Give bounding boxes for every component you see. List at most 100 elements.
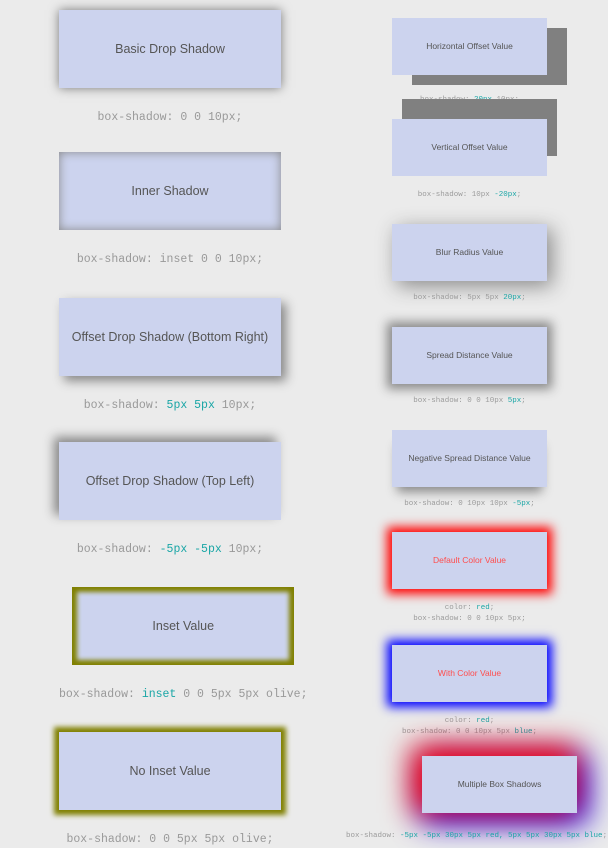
- demo-box-label: Negative Spread Distance Value: [408, 453, 531, 464]
- code-line: box-shadow: 0 0 10px 5px blue;: [402, 727, 537, 738]
- code-plain: 0 0 5px 5px olive;: [149, 833, 274, 846]
- demo-box: Spread Distance Value: [392, 327, 547, 384]
- demo-box-label: Horizontal Offset Value: [426, 41, 513, 52]
- code-plain: inset 0 0 10px;: [159, 253, 264, 266]
- demo-code-caption: box-shadow: 5px 5px 10px;: [84, 399, 257, 412]
- demo-box-label: Inner Shadow: [131, 183, 209, 198]
- demo-spread-distance: Spread Distance Value box-shadow: 0 0 10…: [392, 327, 547, 407]
- demo-default-color-value: Default Color Value color: red; box-shado…: [392, 532, 547, 625]
- code-suffix: ;: [516, 191, 522, 199]
- code-prefix: box-shadow: 0 0 10px: [413, 397, 508, 405]
- code-prefix: box-shadow: 0 0 10px 5px;: [413, 614, 526, 623]
- demo-box: Negative Spread Distance Value: [392, 430, 547, 487]
- code-line: color: red;: [402, 716, 537, 727]
- code-token: -5px -5px: [159, 543, 222, 556]
- demo-basic-drop-shadow: Basic Drop Shadow box-shadow: 0 0 10px;: [59, 10, 281, 124]
- code-prefix: box-shadow:: [83, 399, 167, 412]
- code-prefix: box-shadow: 10px: [417, 191, 495, 199]
- demo-negative-spread-distance: Negative Spread Distance Value box-shado…: [392, 430, 547, 510]
- code-token: -5px: [512, 500, 531, 508]
- demo-box: No Inset Value: [59, 732, 281, 810]
- demo-code-caption: box-shadow: -5px -5px 30px 5px red, 5px …: [346, 831, 607, 842]
- demo-box: Offset Drop Shadow (Bottom Right): [59, 298, 281, 376]
- code-prefix: box-shadow: 0 10px 10px: [404, 500, 513, 508]
- demo-multiple-box-shadows: Multiple Box Shadows box-shadow: -5px -5…: [346, 756, 607, 842]
- demo-box-label: No Inset Value: [129, 763, 211, 778]
- code-token: -20px: [494, 191, 517, 199]
- demo-vertical-offset: Vertical Offset Value box-shadow: 10px -…: [392, 119, 547, 201]
- demo-inner-shadow: Inner Shadow box-shadow: inset 0 0 10px;: [59, 152, 281, 266]
- code-prefix: box-shadow:: [346, 832, 401, 840]
- demo-box: Vertical Offset Value: [392, 119, 547, 176]
- code-token: -5px -5px 30px 5px red, 5px 5px 30px 5px…: [400, 832, 603, 840]
- code-suffix: ;: [602, 832, 608, 840]
- box-shadow-demo-page: Basic Drop Shadow box-shadow: 0 0 10px; …: [0, 0, 608, 848]
- demo-box-label: Offset Drop Shadow (Bottom Right): [71, 329, 269, 344]
- demo-box-label: Default Color Value: [432, 555, 507, 566]
- code-prefix: box-shadow: 0 0 10px 5px: [401, 727, 515, 736]
- code-prefix: box-shadow:: [76, 253, 160, 266]
- code-token: blue: [514, 727, 533, 736]
- code-suffix: 10px;: [221, 543, 264, 556]
- demo-code-caption: color: red; box-shadow: 0 0 10px 5px blue…: [402, 716, 537, 738]
- demo-code-caption: box-shadow: 10px -20px;: [418, 190, 522, 201]
- code-prefix: box-shadow:: [97, 111, 181, 124]
- code-line: box-shadow: 0 0 10px 5px;: [413, 396, 526, 407]
- demo-box-label: Offset Drop Shadow (Top Left): [85, 473, 255, 488]
- demo-box-label: Basic Drop Shadow: [115, 41, 225, 56]
- code-line: box-shadow: -5px -5px 30px 5px red, 5px …: [346, 831, 607, 842]
- demo-code-caption: box-shadow: 0 0 5px 5px olive;: [66, 833, 273, 846]
- code-token: 20px: [503, 294, 522, 302]
- demo-code-caption: box-shadow: 0 0 10px 5px;: [413, 396, 526, 407]
- demo-box-label: Multiple Box Shadows: [457, 779, 542, 790]
- demo-code-caption: color: red; box-shadow: 0 0 10px 5px;: [413, 603, 526, 625]
- demo-code-caption: box-shadow: inset 0 0 5px 5px olive;: [59, 688, 307, 701]
- demo-code-caption: box-shadow: 5px 5px 20px;: [413, 293, 526, 304]
- demo-box-label: Spread Distance Value: [426, 350, 513, 361]
- code-line: box-shadow: 0 0 10px 5px;: [413, 614, 526, 625]
- code-prefix: color:: [444, 717, 477, 725]
- code-line: box-shadow: 5px 5px 20px;: [413, 293, 526, 304]
- code-suffix: ;: [521, 397, 526, 405]
- code-plain: 0 0 10px;: [180, 111, 243, 124]
- code-token: 5px: [507, 397, 522, 405]
- code-suffix: ;: [489, 717, 495, 725]
- demo-box: Basic Drop Shadow: [59, 10, 281, 88]
- demo-box-label: Blur Radius Value: [435, 247, 504, 258]
- code-token: red: [476, 604, 490, 612]
- demo-box: Default Color Value: [392, 532, 547, 589]
- demo-code-caption: box-shadow: -5px -5px 10px;: [77, 543, 263, 556]
- demo-code-caption: box-shadow: inset 0 0 10px;: [77, 253, 263, 266]
- demo-box-label: Vertical Offset Value: [431, 142, 508, 153]
- code-prefix: color:: [444, 604, 477, 612]
- demo-no-inset-value: No Inset Value box-shadow: 0 0 5px 5px o…: [59, 732, 281, 846]
- demo-code-caption: box-shadow: 0 0 10px;: [98, 111, 243, 124]
- code-line: box-shadow: 20px 10px;: [420, 95, 519, 106]
- code-line: box-shadow: 0 10px 10px -5px;: [404, 499, 535, 510]
- code-prefix: box-shadow: 5px 5px: [413, 294, 504, 302]
- code-suffix: 10px;: [214, 399, 257, 412]
- demo-box: Horizontal Offset Value: [392, 18, 547, 75]
- demo-inset-value: Inset Value box-shadow: inset 0 0 5px 5p…: [59, 587, 307, 701]
- code-prefix: box-shadow:: [76, 543, 160, 556]
- code-prefix: box-shadow:: [59, 688, 142, 701]
- demo-box: Multiple Box Shadows: [422, 756, 578, 813]
- code-token: 5px 5px: [166, 399, 215, 412]
- demo-box-label: With Color Value: [437, 668, 502, 679]
- demo-code-caption: box-shadow: 20px 10px;: [420, 95, 519, 106]
- code-suffix: ;: [532, 727, 538, 736]
- demo-offset-top-left: Offset Drop Shadow (Top Left) box-shadow…: [59, 442, 281, 556]
- demo-box: Inset Value: [72, 587, 295, 665]
- demo-blur-radius: Blur Radius Value box-shadow: 5px 5px 20…: [392, 224, 547, 304]
- code-suffix: ;: [521, 294, 526, 302]
- code-token: red: [476, 717, 490, 725]
- code-line: box-shadow: 10px -20px;: [418, 190, 522, 201]
- code-suffix: 0 0 5px 5px olive;: [176, 688, 308, 701]
- demo-horizontal-offset: Horizontal Offset Value box-shadow: 20px…: [392, 18, 547, 106]
- demo-box-label: Inset Value: [152, 618, 215, 633]
- demo-box: Inner Shadow: [59, 152, 281, 230]
- demo-offset-bottom-right: Offset Drop Shadow (Bottom Right) box-sh…: [59, 298, 281, 412]
- code-prefix: box-shadow:: [66, 833, 150, 846]
- code-suffix: ;: [530, 500, 535, 508]
- code-token: inset: [141, 688, 177, 701]
